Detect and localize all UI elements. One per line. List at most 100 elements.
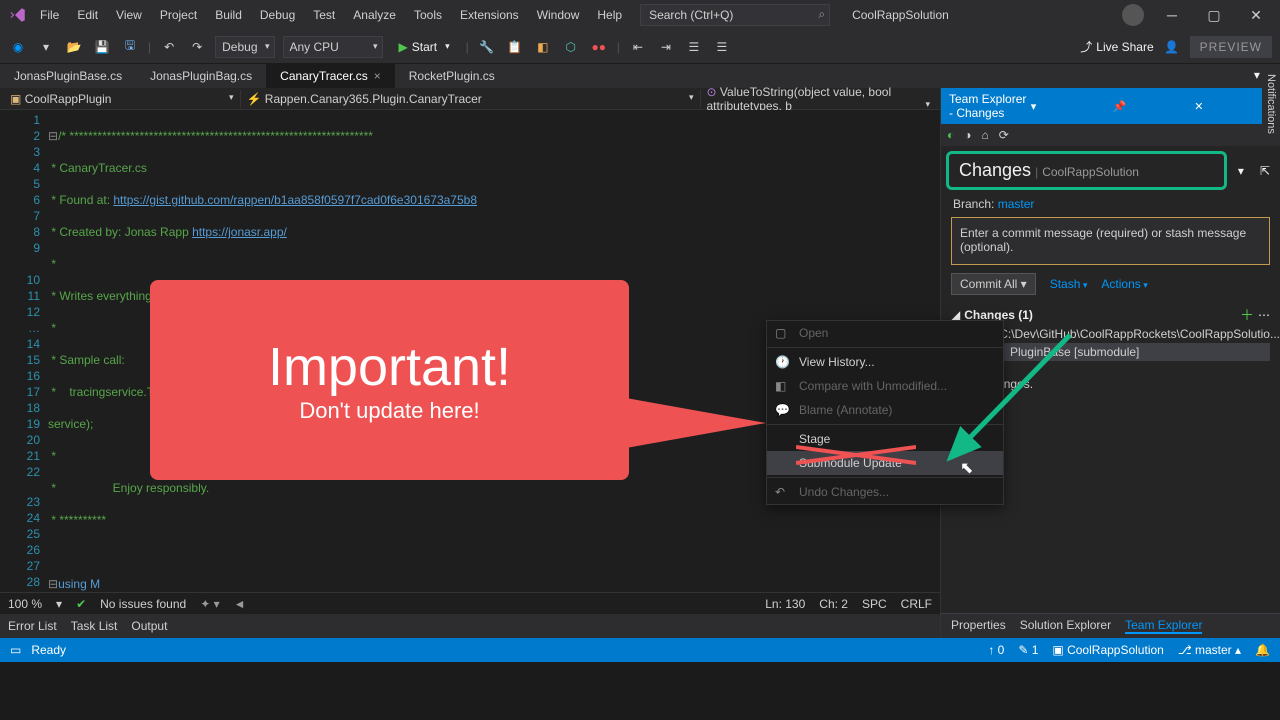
stash-link[interactable]: Stash — [1050, 277, 1088, 291]
expand-icon[interactable]: ⇱ — [1250, 164, 1280, 178]
feedback-icon[interactable]: 👤 — [1162, 37, 1182, 57]
menu-edit[interactable]: Edit — [69, 4, 106, 26]
tab-solution-explorer[interactable]: Solution Explorer — [1020, 618, 1111, 634]
more-icon[interactable]: ⋯ — [1258, 308, 1270, 322]
tab-canarytracer[interactable]: CanaryTracer.cs — [266, 64, 395, 88]
stage-all-icon[interactable]: ＋ — [1240, 305, 1254, 325]
notification-icon[interactable]: 🔔 — [1255, 643, 1270, 657]
panel-pin-icon[interactable]: 📌 — [1113, 100, 1191, 113]
blame-icon: 💬 — [775, 403, 790, 417]
preview-button[interactable]: PREVIEW — [1190, 36, 1272, 58]
tab-rocketplugin[interactable]: RocketPlugin.cs — [395, 64, 509, 88]
commit-message-input[interactable]: Enter a commit message (required) or sta… — [951, 217, 1270, 265]
tab-output[interactable]: Output — [131, 619, 167, 633]
tab-jonaspluginbag[interactable]: JonasPluginBag.cs — [136, 64, 266, 88]
panel-dropdown-icon[interactable]: ▾ — [1031, 100, 1109, 113]
ctx-stage[interactable]: Stage — [767, 427, 1003, 451]
outdent-icon[interactable]: ⇥ — [656, 37, 676, 57]
main-toolbar: ◉ ▾ 📂 💾 🖫 | ↶ ↷ Debug Any CPU ▶Start▾ | … — [0, 30, 1280, 64]
tab-errorlist[interactable]: Error List — [8, 619, 57, 633]
branch-row: Branch: master — [941, 195, 1280, 213]
menu-test[interactable]: Test — [305, 4, 343, 26]
tab-jonaspluginbase[interactable]: JonasPluginBase.cs — [0, 64, 136, 88]
zoom-level[interactable]: 100 % — [8, 597, 42, 611]
tool-icon-2[interactable]: 📋 — [505, 37, 525, 57]
nav-project[interactable]: ▣ CoolRappPlugin — [4, 90, 240, 108]
tab-team-explorer[interactable]: Team Explorer — [1125, 618, 1202, 634]
indicator-icon: ✦ ▾ — [200, 597, 219, 611]
comment-icon[interactable]: ☰ — [684, 37, 704, 57]
save-icon[interactable]: 💾 — [92, 37, 112, 57]
back-icon[interactable]: ◉ — [8, 37, 28, 57]
tool-icon-4[interactable]: ⬡ — [561, 37, 581, 57]
home-icon[interactable]: ⌂ — [982, 128, 989, 142]
new-icon[interactable]: ▾ — [36, 37, 56, 57]
liveshare-icon: ⤴ — [1080, 38, 1092, 55]
menu-extensions[interactable]: Extensions — [452, 4, 527, 26]
undo-icon: ↶ — [775, 485, 785, 499]
platform-dropdown[interactable]: Any CPU — [283, 36, 383, 58]
changes-header: Changes | CoolRappSolution — [946, 151, 1227, 190]
play-icon: ▶ — [399, 40, 408, 54]
document-tabs: JonasPluginBase.cs JonasPluginBag.cs Can… — [0, 64, 1280, 88]
tool-icon-1[interactable]: 🔧 — [477, 37, 497, 57]
open-icon[interactable]: 📂 — [64, 37, 84, 57]
config-dropdown[interactable]: Debug — [215, 36, 274, 58]
ctx-blame: 💬Blame (Annotate) — [767, 398, 1003, 422]
menu-project[interactable]: Project — [152, 4, 205, 26]
window-icon: ▭ — [10, 643, 21, 657]
menu-file[interactable]: File — [32, 4, 67, 26]
compare-icon: ◧ — [775, 379, 786, 393]
tab-properties[interactable]: Properties — [951, 618, 1006, 634]
save-all-icon[interactable]: 🖫 — [120, 37, 140, 57]
commit-all-button[interactable]: Commit All ▾ — [951, 273, 1036, 295]
ctx-open: ▢Open — [767, 321, 1003, 345]
statusbar: ▭ Ready ↑ 0 ✎ 1 ▣ CoolRappSolution ⎇ mas… — [0, 638, 1280, 662]
tool-icon-3[interactable]: ◧ — [533, 37, 553, 57]
menu-tools[interactable]: Tools — [406, 4, 450, 26]
redo-icon[interactable]: ↷ — [187, 37, 207, 57]
forward-icon[interactable]: ◑ — [964, 128, 971, 142]
close-button[interactable]: ✕ — [1242, 7, 1270, 24]
tool-icon-5[interactable]: ●● — [589, 37, 609, 57]
menu-build[interactable]: Build — [207, 4, 250, 26]
status-branch[interactable]: ⎇ master ▴ — [1178, 643, 1241, 657]
tab-tasklist[interactable]: Task List — [71, 619, 118, 633]
quick-search-input[interactable]: Search (Ctrl+Q) — [640, 4, 830, 26]
dropdown-icon[interactable]: ▾ — [1232, 164, 1250, 178]
char-indicator: Ch: 2 — [819, 597, 848, 611]
liveshare-button[interactable]: ⤴Live Share — [1080, 38, 1153, 55]
sync-icon[interactable]: ↑ 0 — [988, 643, 1004, 657]
start-button[interactable]: ▶Start▾ — [391, 38, 458, 56]
actions-link[interactable]: Actions — [1101, 277, 1147, 291]
open-icon: ▢ — [775, 326, 786, 340]
context-menu: ▢Open 🕐View History... ◧Compare with Unm… — [766, 320, 1004, 505]
ready-label: Ready — [31, 643, 66, 657]
user-avatar[interactable] — [1122, 4, 1144, 26]
sidebar-bottom-tabs: Properties Solution Explorer Team Explor… — [941, 613, 1280, 638]
menu-view[interactable]: View — [108, 4, 150, 26]
issues-label[interactable]: No issues found — [100, 597, 186, 611]
menu-debug[interactable]: Debug — [252, 4, 303, 26]
minimize-button[interactable]: ─ — [1158, 7, 1186, 23]
maximize-button[interactable]: ▢ — [1200, 7, 1228, 24]
ctx-view-history[interactable]: 🕐View History... — [767, 350, 1003, 374]
indent-icon[interactable]: ⇤ — [628, 37, 648, 57]
nav-type[interactable]: ⚡ Rappen.Canary365.Plugin.CanaryTracer — [240, 90, 701, 108]
undo-icon[interactable]: ↶ — [159, 37, 179, 57]
menu-help[interactable]: Help — [589, 4, 630, 26]
notifications-tab[interactable]: Notifications — [1262, 66, 1280, 142]
back-icon[interactable]: ◐ — [947, 128, 954, 142]
line-indicator: Ln: 130 — [765, 597, 805, 611]
menu-window[interactable]: Window — [529, 4, 588, 26]
ctx-submodule-update[interactable]: Submodule Update — [767, 451, 1003, 475]
panel-titlebar: Team Explorer - Changes ▾ 📌 ✕ — [941, 88, 1280, 124]
solution-name: CoolRappSolution — [852, 8, 949, 22]
panel-close-icon[interactable]: ✕ — [1194, 100, 1272, 113]
edit-icon[interactable]: ✎ 1 — [1018, 643, 1038, 657]
menu-analyze[interactable]: Analyze — [345, 4, 404, 26]
status-solution[interactable]: ▣ CoolRappSolution — [1052, 643, 1163, 657]
branch-link[interactable]: master — [998, 197, 1035, 211]
uncomment-icon[interactable]: ☰ — [712, 37, 732, 57]
refresh-icon[interactable]: ⟳ — [999, 128, 1009, 142]
